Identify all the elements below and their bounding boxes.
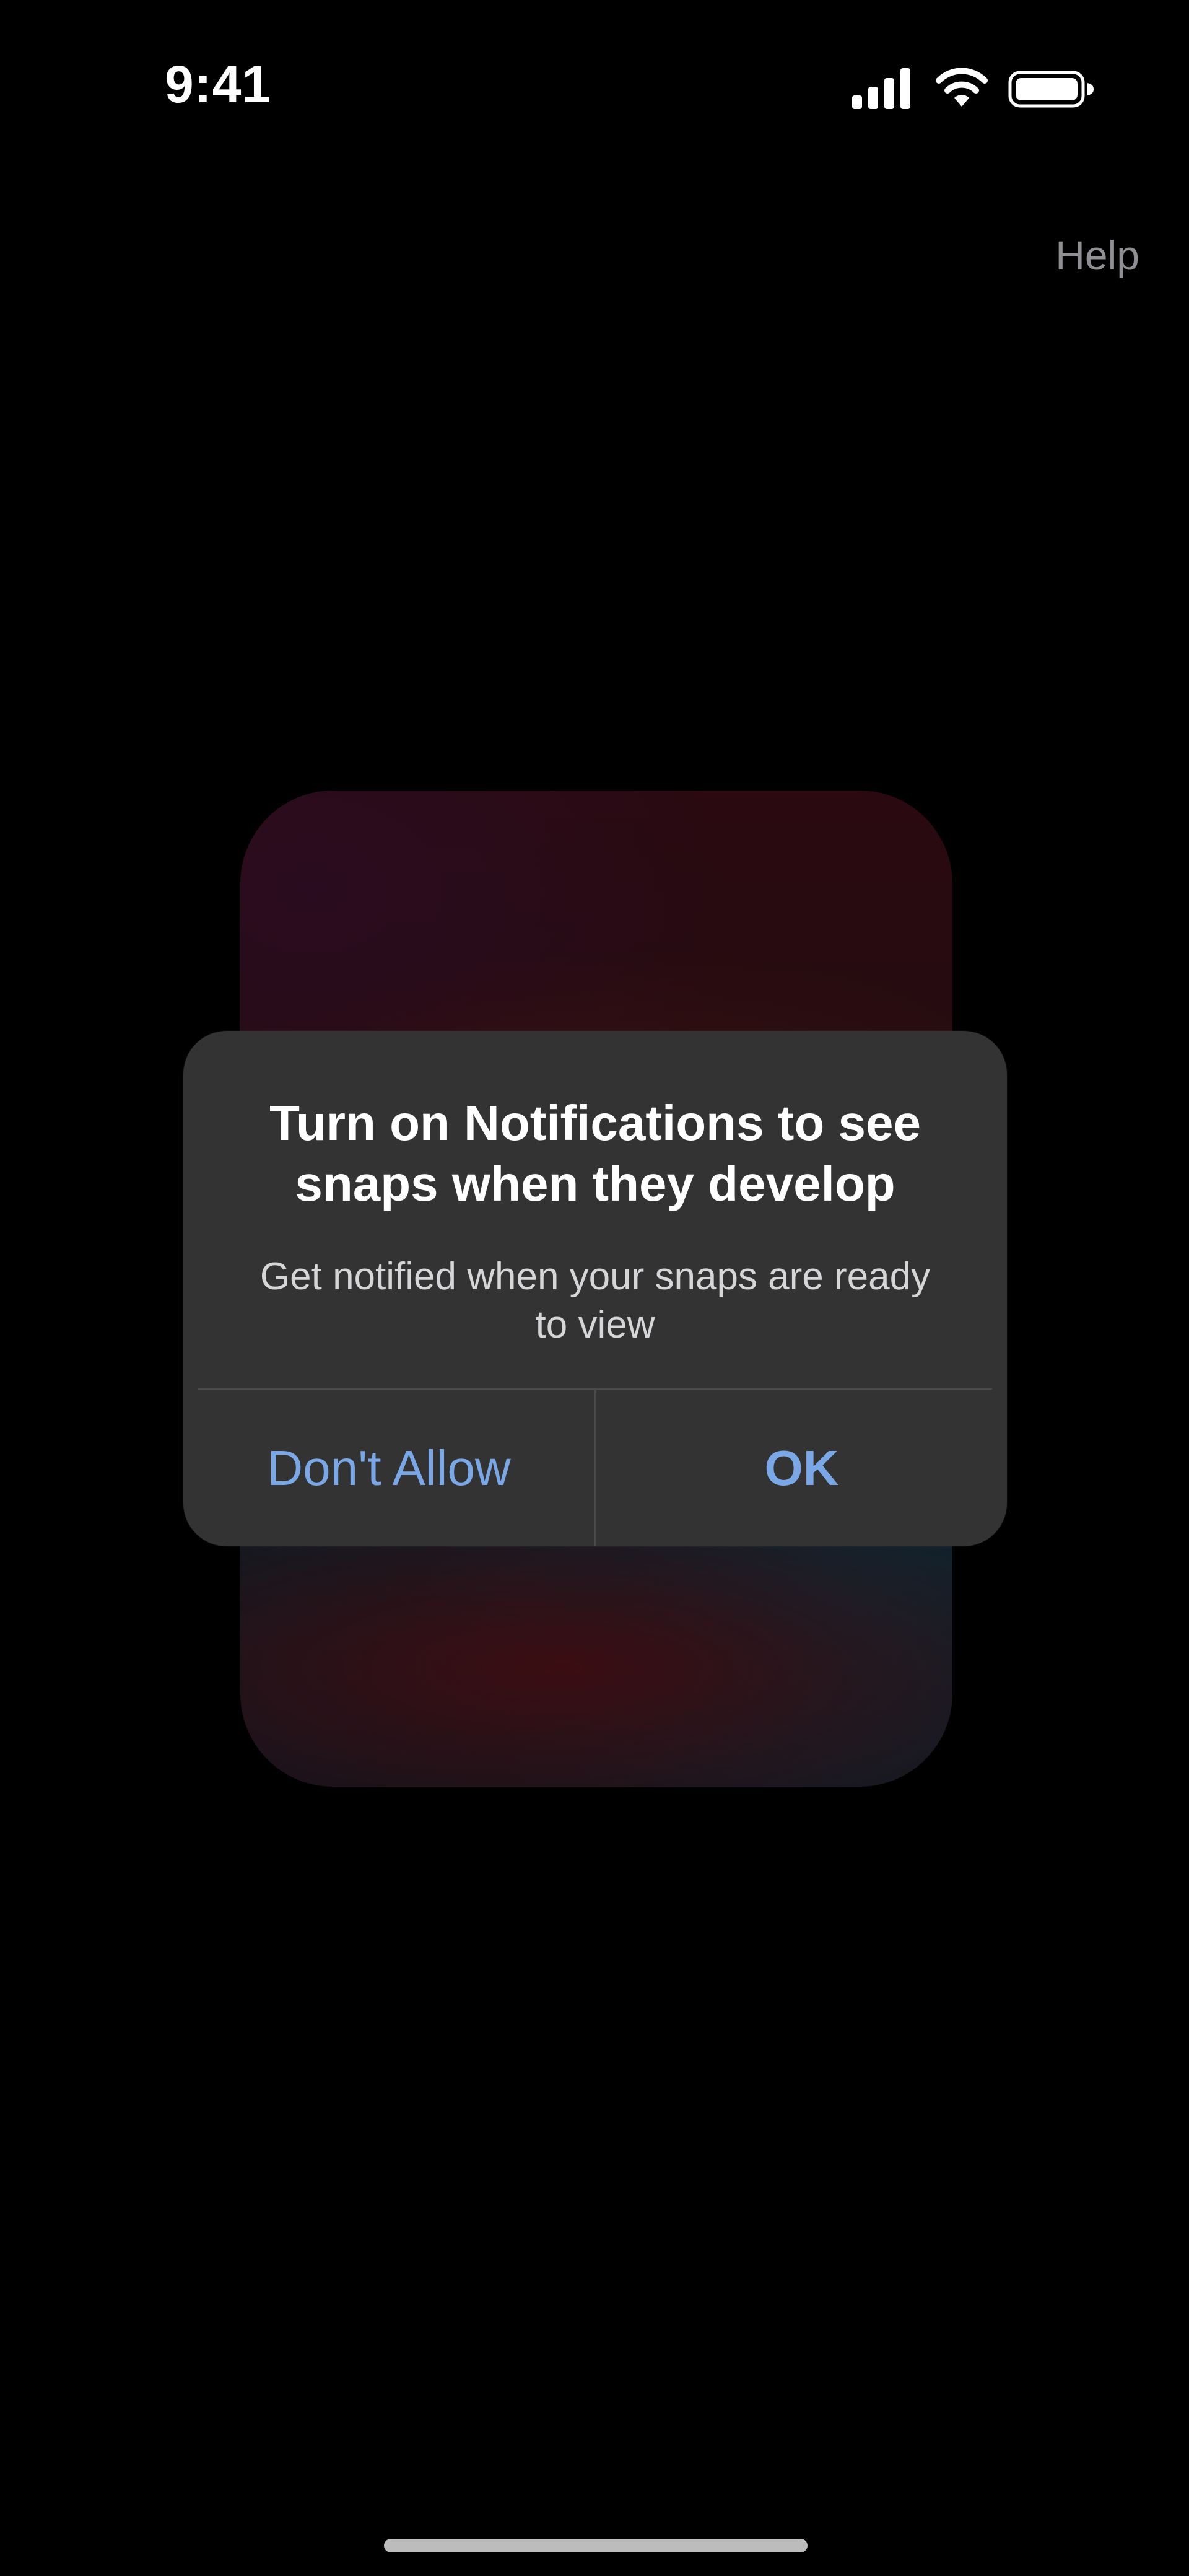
status-icons	[852, 68, 1094, 112]
home-indicator[interactable]	[384, 2539, 808, 2552]
alert-divider	[198, 1388, 992, 1390]
dont-allow-button[interactable]: Don't Allow	[183, 1390, 594, 1546]
notification-permission-alert: Turn on Notifications to see snaps when …	[183, 1031, 1007, 1546]
help-link[interactable]: Help	[1055, 232, 1139, 279]
battery-icon	[1008, 71, 1094, 108]
signal-icon	[852, 68, 910, 109]
wifi-icon	[936, 68, 988, 107]
alert-message: Get notified when your snaps are ready t…	[259, 1255, 931, 1346]
status-time: 9:41	[165, 55, 272, 113]
alert-title: Turn on Notifications to see snaps when …	[269, 1095, 921, 1211]
ok-button[interactable]: OK	[596, 1390, 1007, 1546]
status-bar: 9:41	[0, 0, 1189, 186]
